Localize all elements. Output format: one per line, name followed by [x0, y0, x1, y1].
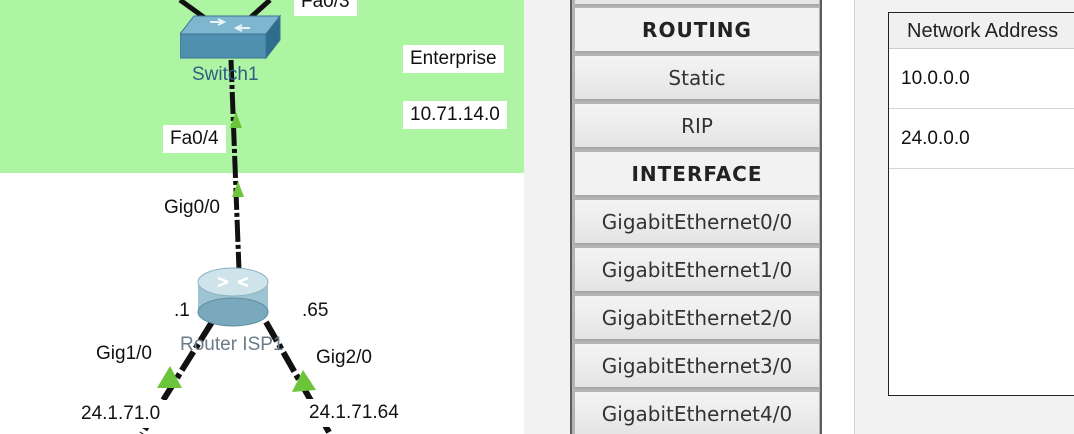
enterprise-label: Enterprise — [403, 45, 504, 73]
router-ip-dot65: .65 — [295, 297, 336, 325]
right-spacer — [822, 0, 854, 434]
network-label-right: 24.1.71.64 — [302, 399, 406, 427]
port-label-gig00: Gig0/0 — [164, 197, 220, 218]
router-ip-dot1: .1 — [167, 297, 197, 325]
port-label-fa04: Fa0/4 — [163, 125, 226, 153]
router-icon[interactable] — [196, 266, 270, 328]
network-address-table: Network Address 10.0.0.0 24.0.0.0 — [888, 12, 1074, 396]
port-label-fa03: Fa0/3 — [294, 0, 357, 16]
menu-item-gigabitethernet1-0[interactable]: GigabitEthernet1/0 — [575, 248, 819, 293]
port-label-gig20: Gig2/0 — [316, 347, 372, 368]
menu-item-gigabitethernet2-0[interactable]: GigabitEthernet2/0 — [575, 296, 819, 341]
menu-item-gigabitethernet3-0[interactable]: GigabitEthernet3/0 — [575, 344, 819, 389]
menu-item-gigabitethernet4-0[interactable]: GigabitEthernet4/0 — [575, 392, 819, 434]
network-address-header: Network Address — [889, 13, 1074, 49]
menu-item-static[interactable]: Static — [575, 56, 819, 101]
panel-gap — [524, 0, 570, 434]
menu-item-gigabitethernet0-0[interactable]: GigabitEthernet0/0 — [575, 200, 819, 245]
network-row[interactable]: 10.0.0.0 — [889, 49, 1074, 109]
network-row[interactable]: 24.0.0.0 — [889, 109, 1074, 169]
config-menu: ROUTING Static RIP INTERFACE GigabitEthe… — [570, 0, 822, 434]
menu-item-rip[interactable]: RIP — [575, 104, 819, 149]
network-label-left: 24.1.71.0 — [74, 400, 168, 428]
port-label-gig10: Gig1/0 — [96, 343, 152, 364]
menu-header-routing: ROUTING — [575, 8, 819, 53]
link-up-indicator-gig20 — [292, 370, 316, 392]
link-switch-router — [228, 59, 242, 271]
switch-name-label: Switch1 — [192, 64, 259, 85]
topology-canvas[interactable]: Fa0/3 Switch1 Enterprise 10.71.14.0 Fa0/… — [0, 0, 524, 434]
enterprise-network-label: 10.71.14.0 — [403, 101, 507, 129]
menu-item-cutoff[interactable] — [575, 0, 819, 6]
router-name-label: Router ISP1 — [180, 334, 284, 355]
menu-header-interface: INTERFACE — [575, 152, 819, 197]
switch-icon[interactable] — [178, 12, 282, 60]
